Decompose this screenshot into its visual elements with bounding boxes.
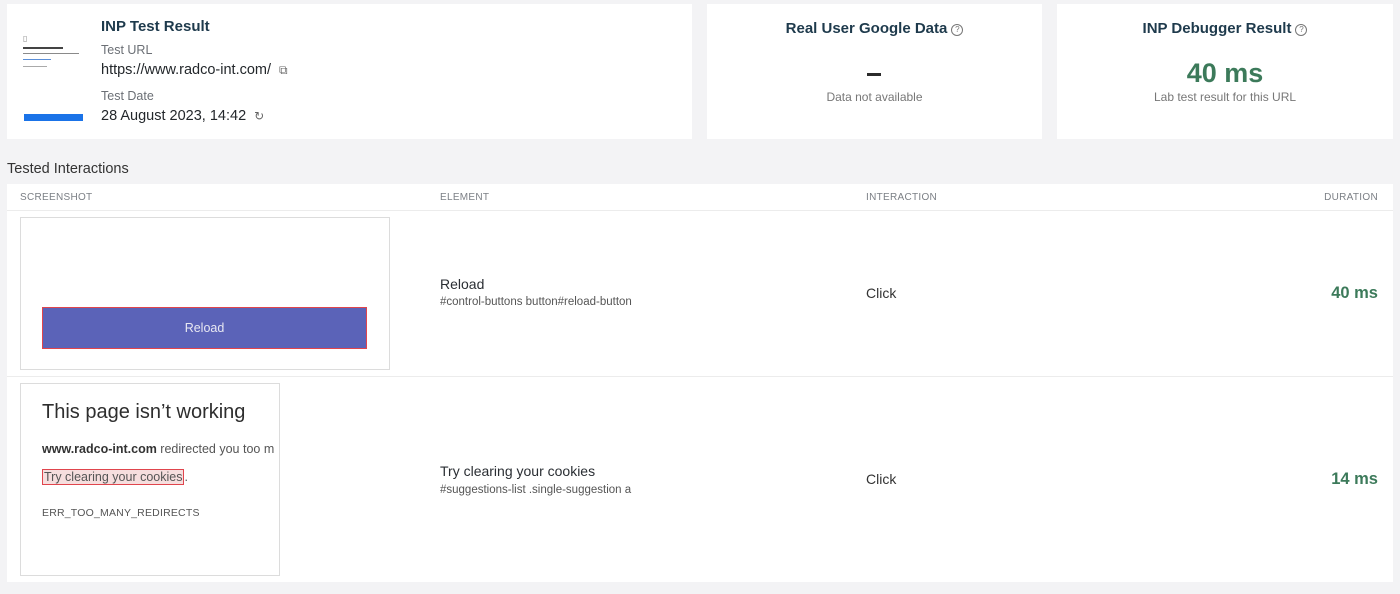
interaction-duration: 40 ms [1331, 284, 1378, 302]
interaction-duration: 14 ms [1331, 470, 1378, 488]
column-header-screenshot: SCREENSHOT [20, 192, 93, 203]
debugger-result-card: INP Debugger Result? 40 ms Lab test resu… [1057, 4, 1393, 139]
screenshot-message-text: redirected you too m [156, 442, 275, 456]
thumbnail-text-line [23, 53, 79, 54]
external-link-icon[interactable]: ⧉ [279, 63, 288, 78]
column-header-interaction: INTERACTION [866, 192, 938, 203]
row-divider [7, 376, 1393, 377]
debugger-value: 40 ms [1186, 58, 1264, 88]
refresh-icon[interactable]: ↻ [254, 109, 264, 123]
debugger-title-row: INP Debugger Result? [1057, 20, 1393, 37]
interaction-type: Click [866, 471, 897, 487]
screenshot-reload-button: Reload [42, 307, 367, 349]
screenshot-error-title: This page isn’t working [42, 401, 246, 423]
screenshot-highlighted-link: Try clearing your cookies [42, 469, 185, 485]
screenshot-error-code: ERR_TOO_MANY_REDIRECTS [42, 507, 200, 519]
document-icon: ▯ [23, 34, 28, 43]
google-data-value [867, 73, 881, 76]
result-title: INP Test Result [101, 18, 210, 35]
screenshot-suggestion: Try clearing your cookies. [42, 469, 188, 485]
test-date-value: 28 August 2023, 14:42 [101, 108, 247, 124]
google-data-title: Real User Google Data [785, 20, 948, 37]
help-icon[interactable]: ? [951, 24, 964, 36]
thumbnail-heading-line [23, 47, 63, 49]
column-header-element: ELEMENT [440, 192, 490, 203]
section-title: Tested Interactions [7, 161, 129, 177]
google-data-subtitle: Data not available [826, 90, 923, 104]
interaction-screenshot[interactable]: This page isn’t working www.radco-int.co… [20, 383, 280, 576]
google-data-title-row: Real User Google Data? [707, 20, 1042, 37]
test-url-row: https://www.radco-int.com/ ⧉ [101, 62, 288, 78]
screenshot-domain: www.radco-int.com [42, 442, 157, 456]
test-url-link[interactable]: https://www.radco-int.com/ [101, 62, 271, 78]
element-selector: #suggestions-list .single-suggestion a [440, 484, 632, 496]
thumbnail-button [24, 114, 83, 121]
inp-test-result-card: ▯ INP Test Result Test URL https://www.r… [7, 4, 692, 139]
test-date-label: Test Date [101, 89, 154, 103]
element-name: Reload [440, 276, 485, 292]
screenshot-error-message: www.radco-int.com redirected you too m [42, 442, 274, 456]
element-name: Try clearing your cookies [440, 463, 596, 479]
debugger-subtitle: Lab test result for this URL [1153, 90, 1297, 104]
header-divider [7, 210, 1393, 211]
interaction-screenshot[interactable]: Reload [20, 217, 390, 370]
debugger-title: INP Debugger Result [1142, 20, 1292, 37]
test-url-label: Test URL [101, 43, 153, 57]
screenshot-link-suffix: . [184, 470, 188, 484]
test-date-row: 28 August 2023, 14:42 ↻ [101, 108, 264, 124]
thumbnail-link-line [23, 59, 51, 60]
thumbnail-text-line [23, 66, 47, 67]
interactions-table: SCREENSHOT ELEMENT INTERACTION DURATION … [7, 184, 1393, 582]
interaction-type: Click [866, 285, 897, 301]
google-data-card: Real User Google Data? Data not availabl… [707, 4, 1042, 139]
page-screenshot-thumbnail[interactable]: ▯ [23, 28, 83, 124]
help-icon[interactable]: ? [1295, 24, 1308, 36]
column-header-duration: DURATION [1324, 192, 1378, 203]
element-selector: #control-buttons button#reload-button [440, 296, 632, 308]
